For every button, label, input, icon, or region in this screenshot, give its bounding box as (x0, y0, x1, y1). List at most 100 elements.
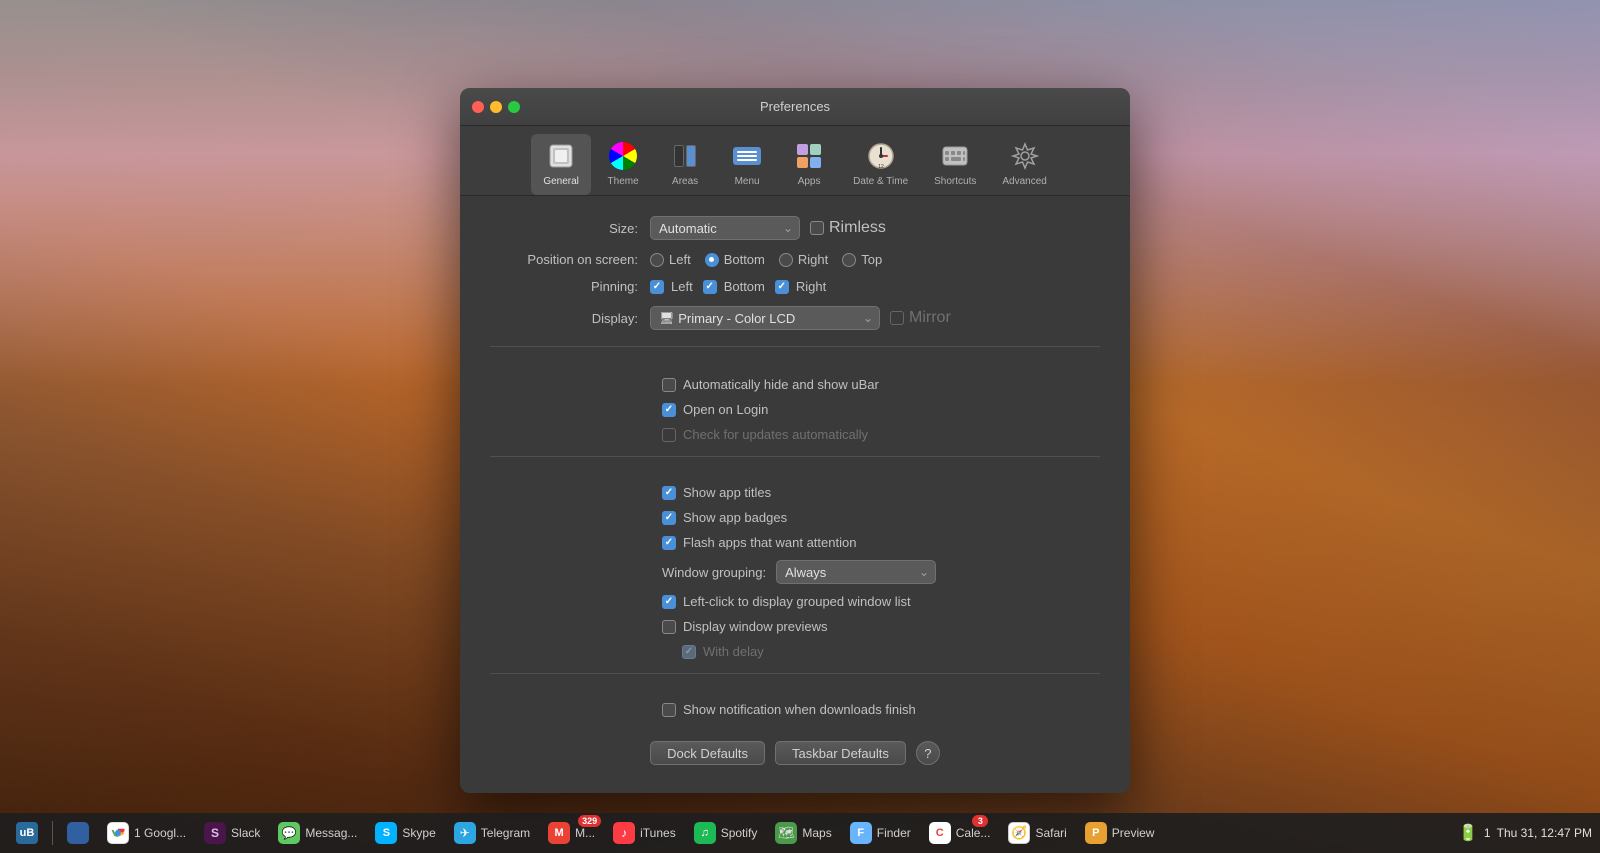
slack-icon: S (204, 822, 226, 844)
minimize-button[interactable] (490, 101, 502, 113)
display-label: Display: (490, 311, 650, 326)
auto-hide-checkbox[interactable] (662, 378, 676, 392)
open-login-item[interactable]: Open on Login (662, 402, 1100, 417)
pin-right-checkbox[interactable] (775, 280, 789, 294)
wifi-indicator: 1 (1484, 826, 1491, 840)
position-bottom-radio[interactable] (705, 253, 719, 267)
size-controls: Automatic Rimless (650, 216, 1100, 240)
toolbar-item-areas[interactable]: Areas (655, 134, 715, 195)
display-controls: 🖥 Primary - Color LCD Mirror (650, 306, 1100, 330)
show-notification-item[interactable]: Show notification when downloads finish (662, 702, 1100, 717)
position-right[interactable]: Right (779, 252, 828, 267)
app-display-checkboxes: Show app titles Show app badges Flash ap… (490, 485, 1100, 659)
size-label: Size: (490, 221, 650, 236)
taskbar-maps[interactable]: 🗺 Maps (767, 817, 839, 849)
with-delay-checkbox[interactable] (682, 645, 696, 659)
toolbar-item-apps[interactable]: Apps (779, 134, 839, 195)
toolbar-item-advanced[interactable]: Advanced (990, 134, 1058, 195)
display-previews-checkbox[interactable] (662, 620, 676, 634)
spotify-label: Spotify (721, 826, 758, 840)
display-dropdown[interactable]: 🖥 Primary - Color LCD (650, 306, 880, 330)
shortcuts-icon (939, 140, 971, 172)
close-button[interactable] (472, 101, 484, 113)
position-left-radio[interactable] (650, 253, 664, 267)
toolbar-item-menu[interactable]: Menu (717, 134, 777, 195)
left-click-checkbox[interactable] (662, 595, 676, 609)
check-updates-item[interactable]: Check for updates automatically (662, 427, 1100, 442)
window-grouping-dropdown[interactable]: Always (776, 560, 936, 584)
toolbar: General Theme Areas (460, 126, 1130, 196)
taskbar-mail[interactable]: M 329 M... (540, 817, 603, 849)
taskbar-safari[interactable]: 🧭 Safari (1000, 817, 1074, 849)
pin-right[interactable]: Right (775, 279, 826, 294)
display-previews-item[interactable]: Display window previews (662, 619, 1100, 634)
help-button[interactable]: ? (916, 741, 940, 765)
spotify-icon: ♫ (694, 822, 716, 844)
size-dropdown[interactable]: Automatic (650, 216, 800, 240)
flash-apps-item[interactable]: Flash apps that want attention (662, 535, 1100, 550)
open-login-checkbox[interactable] (662, 403, 676, 417)
position-left[interactable]: Left (650, 252, 691, 267)
taskbar-slack[interactable]: S Slack (196, 817, 268, 849)
toolbar-item-datetime[interactable]: 12 Date & Time (841, 134, 920, 195)
show-notification-checkbox[interactable] (662, 703, 676, 717)
taskbar-itunes[interactable]: ♪ iTunes (605, 817, 684, 849)
show-titles-item[interactable]: Show app titles (662, 485, 1100, 500)
open-login-label: Open on Login (683, 402, 768, 417)
itunes-icon: ♪ (613, 822, 635, 844)
taskbar-blue-app[interactable] (59, 817, 97, 849)
with-delay-item[interactable]: With delay (662, 644, 1100, 659)
pin-left[interactable]: Left (650, 279, 693, 294)
show-badges-checkbox[interactable] (662, 511, 676, 525)
pin-bottom[interactable]: Bottom (703, 279, 765, 294)
theme-label: Theme (608, 176, 639, 187)
auto-hide-item[interactable]: Automatically hide and show uBar (662, 377, 1100, 392)
show-titles-checkbox[interactable] (662, 486, 676, 500)
messages-label: Messag... (305, 826, 357, 840)
show-badges-item[interactable]: Show app badges (662, 510, 1100, 525)
taskbar-telegram[interactable]: ✈ Telegram (446, 817, 538, 849)
pin-left-checkbox[interactable] (650, 280, 664, 294)
position-bottom[interactable]: Bottom (705, 252, 765, 267)
bottom-buttons: Dock Defaults Taskbar Defaults ? (490, 727, 1100, 773)
preview-label: Preview (1112, 826, 1155, 840)
maximize-button[interactable] (508, 101, 520, 113)
calendar-label: Cale... (956, 826, 991, 840)
flash-apps-label: Flash apps that want attention (683, 535, 856, 550)
taskbar-calendar[interactable]: C 3 Cale... (921, 817, 999, 849)
slack-label: Slack (231, 826, 260, 840)
app-display-section: Show app titles Show app badges Flash ap… (490, 471, 1100, 674)
left-click-item[interactable]: Left-click to display grouped window lis… (662, 594, 1100, 609)
position-top-radio[interactable] (842, 253, 856, 267)
taskbar-preview[interactable]: P Preview (1077, 817, 1163, 849)
pin-left-label: Left (671, 279, 693, 294)
check-updates-label: Check for updates automatically (683, 427, 868, 442)
toolbar-item-general[interactable]: General (531, 134, 591, 195)
pinning-label: Pinning: (490, 279, 650, 294)
position-row: Position on screen: Left Bottom (490, 252, 1100, 267)
taskbar-defaults-button[interactable]: Taskbar Defaults (775, 741, 906, 765)
position-right-radio[interactable] (779, 253, 793, 267)
taskbar-chrome[interactable]: 1 Googl... (99, 817, 194, 849)
taskbar-messages[interactable]: 💬 Messag... (270, 817, 365, 849)
taskbar-skype[interactable]: S Skype (367, 817, 443, 849)
taskbar-spotify[interactable]: ♫ Spotify (686, 817, 766, 849)
rimless-checkbox[interactable] (810, 221, 824, 235)
check-updates-checkbox[interactable] (662, 428, 676, 442)
telegram-icon: ✈ (454, 822, 476, 844)
dock-defaults-button[interactable]: Dock Defaults (650, 741, 765, 765)
menu-icon (731, 140, 763, 172)
toolbar-item-shortcuts[interactable]: Shortcuts (922, 134, 988, 195)
taskbar-finder[interactable]: F Finder (842, 817, 919, 849)
position-top[interactable]: Top (842, 252, 882, 267)
taskbar-ubar[interactable]: uB (8, 817, 46, 849)
advanced-icon (1009, 140, 1041, 172)
flash-apps-checkbox[interactable] (662, 536, 676, 550)
pin-bottom-checkbox[interactable] (703, 280, 717, 294)
maps-label: Maps (802, 826, 831, 840)
menu-label: Menu (735, 176, 760, 187)
mirror-checkbox[interactable] (890, 311, 904, 325)
position-bottom-label: Bottom (724, 252, 765, 267)
blue-app-icon (67, 822, 89, 844)
toolbar-item-theme[interactable]: Theme (593, 134, 653, 195)
